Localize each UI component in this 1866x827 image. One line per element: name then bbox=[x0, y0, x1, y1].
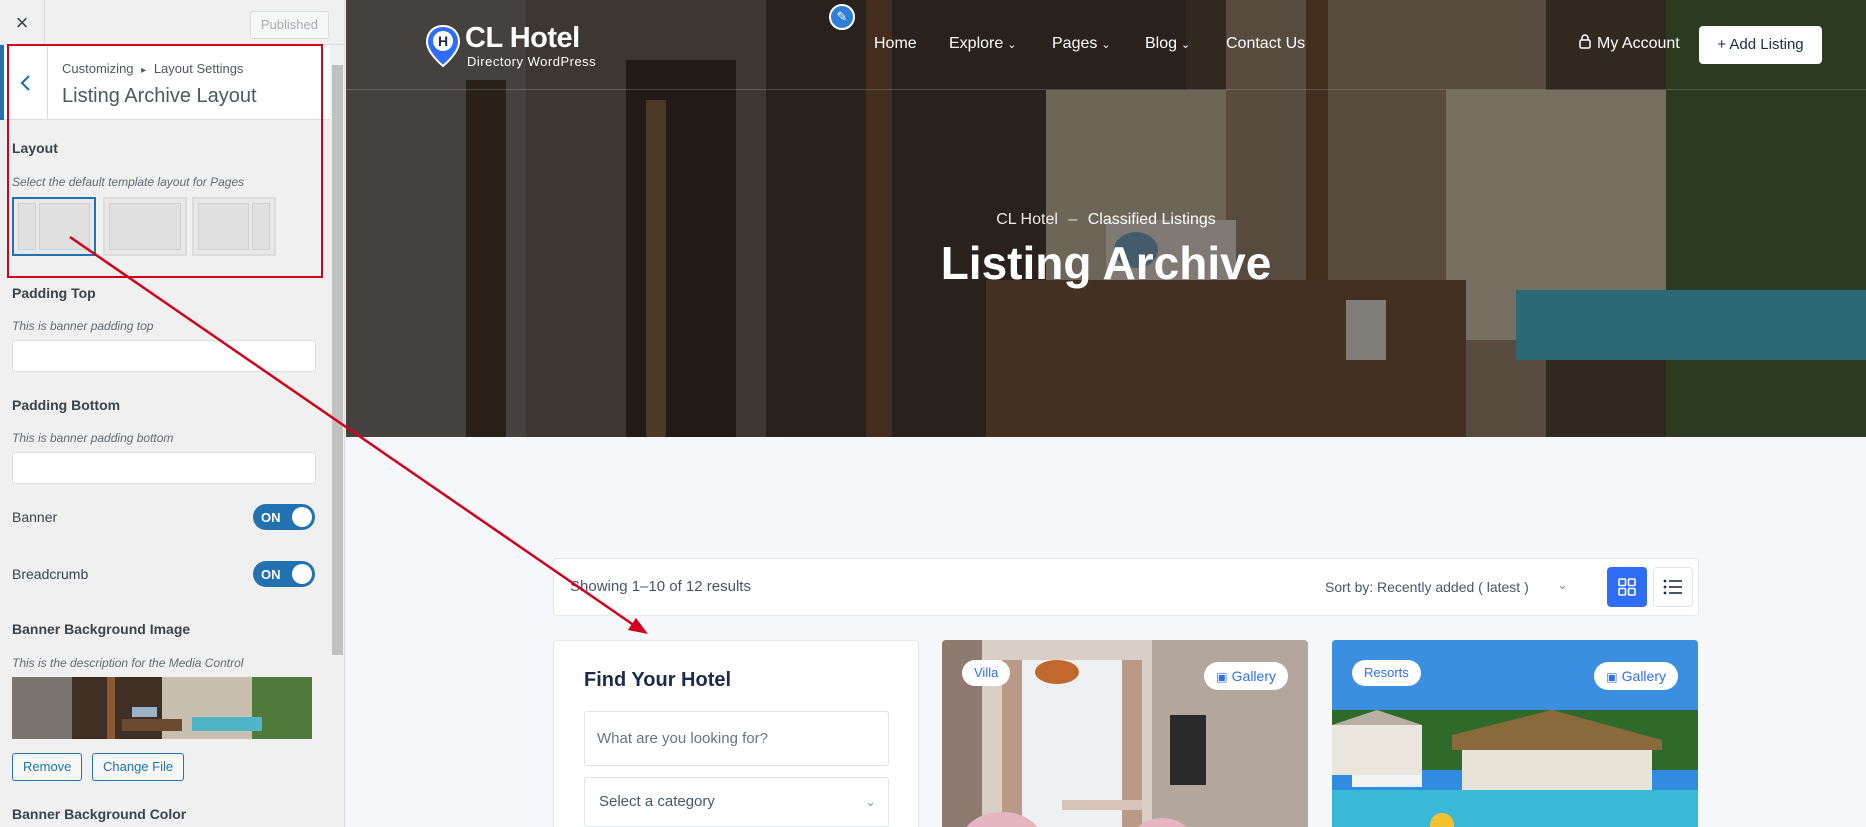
header-divider bbox=[346, 89, 1866, 90]
banner-image-thumbnail bbox=[12, 677, 312, 739]
logo-title: CL Hotel bbox=[465, 22, 580, 54]
logo-subtitle: Directory WordPress bbox=[467, 54, 597, 69]
list-view-button[interactable] bbox=[1653, 567, 1693, 607]
padding-top-label: Padding Top bbox=[12, 285, 96, 301]
padding-bottom-input[interactable] bbox=[12, 452, 316, 484]
banner-toggle-state: ON bbox=[261, 510, 281, 525]
nav-blog[interactable]: Blog ⌄ bbox=[1145, 35, 1190, 53]
sidebar-scrollbar-thumb[interactable] bbox=[332, 65, 343, 655]
customizer-sidebar: × Published Customizing ▸ Layout Setting… bbox=[0, 0, 345, 827]
lock-icon bbox=[1579, 34, 1591, 49]
banner-label: Banner bbox=[12, 509, 58, 525]
banner-bg-image-description: This is the description for the Media Co… bbox=[12, 656, 244, 670]
nav-explore[interactable]: Explore ⌄ bbox=[949, 35, 1016, 53]
gallery-button[interactable]: ▣ Gallery bbox=[1204, 662, 1288, 690]
sort-label: Sort by: bbox=[1325, 579, 1374, 595]
map-pin-logo-icon: H bbox=[425, 24, 461, 68]
close-icon: × bbox=[15, 9, 29, 35]
section-header: Customizing ▸ Layout Settings Listing Ar… bbox=[0, 45, 330, 120]
add-listing-button[interactable]: + Add Listing bbox=[1699, 26, 1822, 64]
breadcrumb-separator: ▸ bbox=[141, 65, 147, 76]
breadcrumb-label: Breadcrumb bbox=[12, 566, 89, 582]
search-widget: Find Your Hotel What are you looking for… bbox=[553, 640, 919, 827]
chevron-down-icon: ⌄ bbox=[1181, 39, 1191, 51]
breadcrumb-parent: Layout Settings bbox=[153, 61, 244, 76]
results-toolbar: Showing 1–10 of 12 results Sort by: Rece… bbox=[553, 558, 1699, 616]
banner-bg-image-label: Banner Background Image bbox=[12, 621, 191, 637]
grid-view-button[interactable] bbox=[1607, 567, 1647, 607]
banner-bg-color-label: Banner Background Color bbox=[12, 806, 187, 822]
layout-option-full-width[interactable] bbox=[103, 197, 187, 256]
breadcrumb-toggle-state: ON bbox=[261, 567, 281, 582]
toggle-knob bbox=[292, 507, 312, 527]
sort-select[interactable]: Recently added ( latest ) bbox=[1377, 579, 1529, 595]
listing-card[interactable]: Resorts ▣ Gallery bbox=[1332, 640, 1698, 827]
grid-icon bbox=[1618, 578, 1636, 596]
image-icon: ▣ bbox=[1216, 670, 1228, 684]
listing-category-badge[interactable]: Villa bbox=[962, 660, 1011, 686]
edit-shortcut-pencil-icon[interactable]: ✎ bbox=[829, 4, 855, 30]
hero-banner: H CL Hotel Directory WordPress ✎ Home Ex… bbox=[346, 0, 1866, 437]
nav-pages[interactable]: Pages ⌄ bbox=[1052, 35, 1111, 53]
breadcrumb-current: Classified Listings bbox=[1087, 211, 1216, 228]
change-file-button[interactable]: Change File bbox=[92, 753, 185, 781]
keyword-search-input[interactable]: What are you looking for? bbox=[584, 711, 889, 766]
listing-card[interactable]: Villa ▣ Gallery bbox=[942, 640, 1308, 827]
my-account-link[interactable]: My Account bbox=[1579, 34, 1680, 53]
published-button[interactable]: Published bbox=[249, 11, 329, 39]
layout-description: Select the default template layout for P… bbox=[12, 175, 245, 189]
back-button[interactable] bbox=[0, 45, 48, 120]
layout-option-left-sidebar[interactable] bbox=[12, 197, 96, 256]
padding-top-description: This is banner padding top bbox=[12, 319, 154, 333]
page-title: Listing Archive bbox=[940, 237, 1272, 289]
section-title: Listing Archive Layout bbox=[62, 85, 257, 107]
chevron-down-icon: ⌄ bbox=[1007, 39, 1017, 51]
results-count: Showing 1–10 of 12 results bbox=[570, 578, 751, 595]
padding-top-input[interactable] bbox=[12, 340, 316, 372]
customizer-header: × Published bbox=[0, 0, 344, 45]
site-preview: H CL Hotel Directory WordPress ✎ Home Ex… bbox=[346, 0, 1866, 827]
customizer-breadcrumb: Customizing ▸ Layout Settings bbox=[62, 61, 243, 76]
nav-home[interactable]: Home bbox=[874, 35, 917, 53]
breadcrumb-root: Customizing bbox=[62, 61, 134, 76]
site-logo[interactable]: H CL Hotel Directory WordPress bbox=[425, 20, 625, 72]
image-icon: ▣ bbox=[1606, 670, 1618, 684]
chevron-left-icon bbox=[19, 74, 30, 91]
gallery-button[interactable]: ▣ Gallery bbox=[1594, 662, 1678, 690]
search-widget-title: Find Your Hotel bbox=[584, 669, 732, 691]
svg-text:H: H bbox=[438, 33, 448, 49]
listing-category-badge[interactable]: Resorts bbox=[1352, 660, 1421, 686]
list-icon bbox=[1663, 579, 1682, 595]
layout-option-right-sidebar[interactable] bbox=[192, 197, 276, 256]
category-select[interactable]: Select a category ⌄ bbox=[584, 777, 889, 827]
close-customizer-button[interactable]: × bbox=[0, 0, 45, 45]
nav-contact-us[interactable]: Contact Us bbox=[1226, 35, 1305, 53]
banner-toggle[interactable]: ON bbox=[253, 504, 315, 530]
padding-bottom-label: Padding Bottom bbox=[12, 397, 121, 413]
remove-image-button[interactable]: Remove bbox=[12, 753, 83, 781]
hero-breadcrumb: CL Hotel – Classified Listings bbox=[346, 211, 1866, 229]
toggle-knob bbox=[292, 564, 312, 584]
chevron-down-icon: ⌄ bbox=[1101, 39, 1111, 51]
layout-label: Layout bbox=[12, 140, 58, 156]
chevron-down-icon: ⌄ bbox=[865, 794, 876, 809]
breadcrumb-home[interactable]: CL Hotel bbox=[996, 211, 1058, 228]
breadcrumb-toggle[interactable]: ON bbox=[253, 561, 315, 587]
breadcrumb-separator: – bbox=[1068, 211, 1078, 228]
padding-bottom-description: This is banner padding bottom bbox=[12, 431, 174, 445]
chevron-down-icon[interactable]: ⌄ bbox=[1557, 577, 1568, 593]
